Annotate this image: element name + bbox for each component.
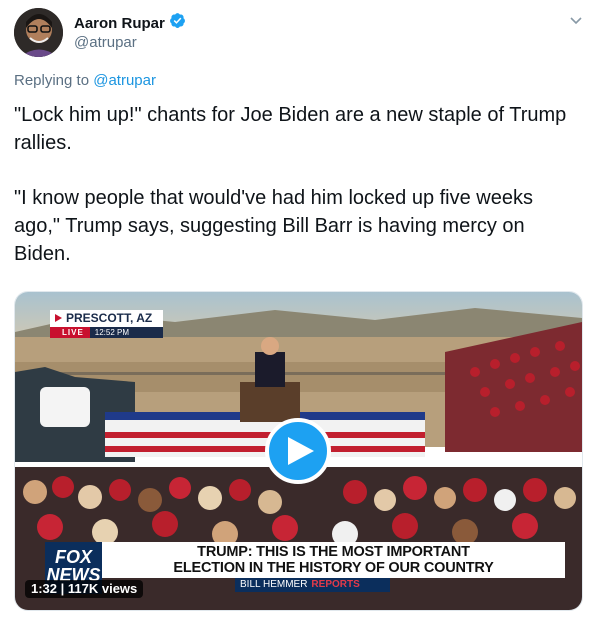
reply-mention-link[interactable]: @atrupar bbox=[93, 72, 156, 89]
anchor-suffix: REPORTS bbox=[311, 579, 360, 590]
video-player[interactable]: PRESCOTT, AZ LIVE 12:52 PM FOX NEWS TRUM… bbox=[14, 291, 583, 611]
headline-line-1: TRUMP: THIS IS THE MOST IMPORTANT bbox=[197, 544, 470, 560]
location-bug: PRESCOTT, AZ LIVE 12:52 PM bbox=[50, 310, 163, 338]
author-name[interactable]: Aaron Rupar bbox=[74, 15, 165, 32]
reply-prefix: Replying to bbox=[14, 72, 94, 89]
tweet-text: "Lock him up!" chants for Joe Biden are … bbox=[14, 101, 574, 268]
play-button[interactable] bbox=[265, 418, 331, 484]
anchor-byline: BILL HEMMER REPORTS bbox=[235, 578, 390, 592]
anchor-name: BILL HEMMER bbox=[240, 579, 308, 590]
broadcast-time: 12:52 PM bbox=[94, 328, 130, 337]
headline-line-2: ELECTION IN THE HISTORY OF OUR COUNTRY bbox=[173, 560, 494, 576]
tweet-paragraph-2: "I know people that would've had him loc… bbox=[14, 187, 533, 265]
play-icon bbox=[287, 437, 314, 465]
tweet-paragraph-1: "Lock him up!" chants for Joe Biden are … bbox=[14, 104, 567, 154]
author-handle[interactable]: @atrupar bbox=[74, 34, 137, 51]
avatar[interactable] bbox=[14, 8, 63, 57]
live-label: LIVE bbox=[50, 327, 90, 338]
network-name: FOX bbox=[54, 547, 92, 567]
replying-to: Replying to @atrupar bbox=[14, 72, 156, 89]
duration-views-badge: 1:32 | 117K views bbox=[25, 580, 144, 598]
headline: TRUMP: THIS IS THE MOST IMPORTANT ELECTI… bbox=[102, 542, 565, 578]
location-label: PRESCOTT, AZ bbox=[50, 310, 163, 327]
verified-badge-icon bbox=[169, 12, 186, 34]
tweet-header: Aaron Rupar @atrupar bbox=[14, 6, 584, 62]
